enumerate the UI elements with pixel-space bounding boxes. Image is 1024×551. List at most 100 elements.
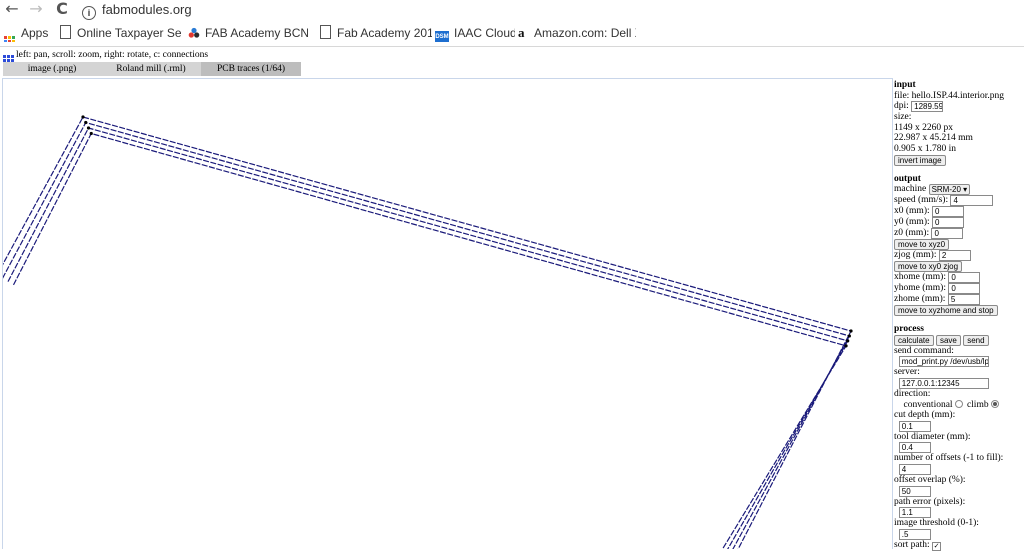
xhome-input[interactable]: 0	[948, 272, 981, 284]
y0-label: y0 (mm):	[894, 217, 930, 228]
bookmark-fab-academy-bcn[interactable]: FAB Academy BCN Do	[188, 24, 308, 42]
dpi-input[interactable]: 1289.59	[911, 101, 944, 113]
dpi-label: dpi:	[894, 101, 909, 112]
move-to-xyz0-button[interactable]: move to xyz0	[894, 239, 950, 251]
bookmark-label: FAB Academy BCN Do	[205, 26, 308, 40]
hint-text: left: pan, scroll: zoom, right: rotate, …	[16, 50, 209, 60]
z0-label: z0 (mm):	[894, 228, 930, 239]
toolpath-node	[847, 334, 851, 338]
path-error-input[interactable]: 1.1	[898, 507, 931, 519]
tool-diameter-input[interactable]: 0.4	[898, 442, 931, 454]
bookmark-label: IAAC Cloud	[454, 26, 515, 40]
server-input[interactable]: 127.0.0.1:12345	[898, 377, 989, 389]
z0-input[interactable]: 0	[931, 228, 964, 240]
address-bar[interactable]: i fabmodules.org	[82, 0, 192, 20]
size-px: 1149 x 2260 px	[894, 122, 954, 133]
climb-label: climb	[966, 399, 989, 410]
cut-depth-input[interactable]: 0.1	[898, 420, 931, 432]
toolpath-offset-line	[3, 121, 851, 549]
machine-value: SRM-20	[931, 185, 961, 195]
zjog-label: zjog (mm):	[894, 250, 937, 261]
sort-path-checkbox[interactable]: ✓	[932, 541, 941, 551]
tab-image-png[interactable]: image (.png)	[3, 62, 101, 76]
toolpath-offset-line	[7, 127, 849, 549]
dsm-icon: DSM	[435, 31, 449, 42]
sort-path-label: sort path:	[894, 539, 930, 550]
amazon-icon: a	[518, 25, 525, 40]
toolpath-node	[89, 131, 93, 136]
output-heading: output	[894, 173, 921, 184]
threshold-label: image threshold (0-1):	[894, 518, 979, 529]
yhome-input[interactable]: 0	[948, 283, 981, 295]
dropdown-arrow-icon: ▾	[963, 185, 968, 195]
direction-label: direction:	[894, 388, 931, 399]
y0-input[interactable]: 0	[932, 217, 964, 229]
bookmark-iaac-cloud[interactable]: DSM IAAC Cloud	[435, 24, 515, 42]
toolpath-node	[86, 126, 91, 130]
bookmark-label: Online Taxpayer Searc	[77, 26, 182, 40]
move-to-xy0-zjog-button[interactable]: move to xy0 zjog	[894, 261, 963, 273]
toolpath-offset-line	[12, 132, 847, 549]
climb-radio[interactable]	[990, 399, 999, 408]
bookmark-label: Fab Academy 2017	[337, 26, 432, 40]
save-button[interactable]: save	[935, 334, 961, 346]
overlap-label: offset overlap (%):	[894, 474, 966, 485]
move-to-xyzhome-stop-button[interactable]: move to xyzhome and stop	[894, 305, 998, 317]
conventional-label: conventional	[903, 399, 953, 410]
send-command-label: send command:	[894, 345, 954, 356]
send-command-input[interactable]: mod_print.py /dev/usb/lp1	[898, 356, 989, 368]
toolpath-node	[81, 115, 85, 119]
size-mm: 22.987 x 45.214 mm	[894, 133, 973, 144]
cut-depth-label: cut depth (mm):	[894, 410, 956, 421]
bookmark-amazon-dell[interactable]: a Amazon.com: Dell XP	[518, 24, 636, 42]
tool-diameter-label: tool diameter (mm):	[894, 431, 971, 442]
offsets-input[interactable]: 4	[898, 463, 931, 475]
toolpath-node	[846, 339, 850, 343]
bookmark-online-taxpayer[interactable]: Online Taxpayer Searc	[60, 24, 182, 42]
conventional-radio[interactable]	[954, 399, 963, 408]
bookmark-label: Amazon.com: Dell XP	[534, 26, 636, 40]
input-heading: input	[894, 80, 916, 90]
server-label: server:	[894, 367, 920, 378]
speed-input[interactable]: 4	[950, 195, 994, 207]
process-heading: process	[894, 324, 924, 335]
toolpath-node	[844, 344, 848, 348]
bookmark-fab-academy-2017[interactable]: Fab Academy 2017	[320, 24, 432, 42]
offsets-label: number of offsets (-1 to fill):	[894, 453, 1004, 464]
machine-select[interactable]: SRM-20 ▾	[928, 184, 971, 196]
input-file: file: hello.ISP.44.interior.png	[894, 90, 1005, 101]
tab-roland-mill-rml[interactable]: Roland mill (.rml)	[101, 62, 201, 76]
machine-label: machine	[894, 184, 927, 195]
url-text: fabmodules.org	[102, 2, 192, 17]
toolpath-node	[84, 120, 88, 125]
zhome-input[interactable]: 5	[947, 294, 980, 306]
bookmarks-bar: Apps Online Taxpayer Searc FAB Academy B…	[0, 20, 1024, 47]
size-in: 0.905 x 1.780 in	[894, 143, 957, 154]
yhome-label: yhome (mm):	[894, 283, 946, 294]
forward-button[interactable]: →	[26, 0, 46, 20]
invert-image-button[interactable]: invert image	[894, 154, 946, 166]
toolpath-offset-line	[3, 116, 852, 549]
toolpath-canvas[interactable]	[2, 78, 893, 549]
apps-icon	[4, 36, 16, 42]
format-tabs: image (.png) Roland mill (.rml) PCB trac…	[3, 62, 301, 76]
bookmark-apps[interactable]: Apps	[4, 24, 64, 42]
fab-logo-icon	[188, 26, 200, 38]
threshold-input[interactable]: .5	[898, 528, 931, 540]
xhome-label: xhome (mm):	[894, 272, 946, 283]
tab-pcb-traces[interactable]: PCB traces (1/64)	[201, 62, 301, 76]
info-icon[interactable]: i	[82, 6, 96, 20]
document-icon	[320, 25, 331, 39]
back-button[interactable]: ←	[2, 0, 22, 20]
zhome-label: zhome (mm):	[894, 294, 946, 305]
x0-input[interactable]: 0	[932, 206, 964, 218]
send-button[interactable]: send	[963, 334, 989, 346]
toolpath-node	[849, 329, 853, 333]
speed-label: speed (mm/s):	[894, 195, 949, 206]
calculate-button[interactable]: calculate	[894, 334, 934, 346]
browser-toolbar: ← → C i fabmodules.org	[0, 0, 1024, 20]
overlap-input[interactable]: 50	[898, 485, 931, 497]
reload-button[interactable]: C	[52, 0, 72, 20]
toolpath-svg	[3, 115, 853, 549]
zjog-input[interactable]: 2	[938, 250, 971, 262]
